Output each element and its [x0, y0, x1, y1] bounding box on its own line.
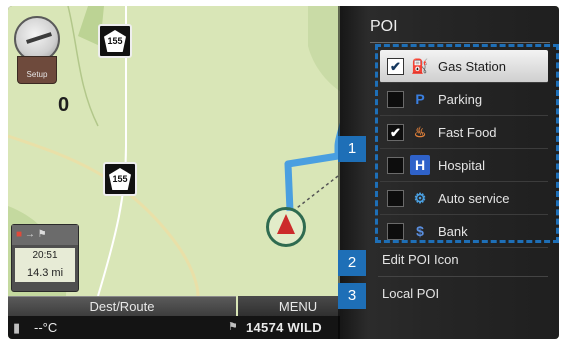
vehicle-position-icon: [266, 207, 306, 247]
trip-time: 20:51: [15, 248, 75, 264]
dest-route-button[interactable]: Dest/Route: [8, 296, 236, 317]
route-shield-icon: 155: [103, 162, 137, 196]
current-street: 14574 WILD: [246, 320, 322, 335]
local-poi-button[interactable]: Local POI: [382, 286, 439, 301]
divider: [370, 42, 550, 43]
route-direction-icon: ■ → ⚑: [12, 225, 78, 245]
panel-title: POI: [370, 18, 398, 35]
temperature: --°C: [34, 320, 58, 335]
route-shield-icon: 155: [98, 24, 132, 58]
compass-label: Setup: [17, 56, 57, 84]
status-bar: ▮ --°C ⚑ 14574 WILD: [8, 316, 358, 339]
callout-badge: 3: [338, 283, 366, 309]
nav-screen: Setup 155 155 0 ■ → ⚑ 20:51 14.3 mi Dest…: [8, 6, 559, 339]
signal-icon: ▮: [13, 320, 21, 335]
divider: [378, 276, 548, 277]
route-label: 0: [58, 94, 70, 116]
flag-icon: ⚑: [228, 321, 238, 333]
callout-badge: 2: [338, 250, 366, 276]
trip-info-box[interactable]: ■ → ⚑ 20:51 14.3 mi: [11, 224, 79, 292]
trip-distance: 14.3 mi: [15, 264, 75, 282]
callout-badge: 1: [338, 136, 366, 162]
callout-highlight-box: [375, 44, 559, 243]
compass-button[interactable]: Setup: [12, 16, 60, 84]
edit-poi-icon-button[interactable]: Edit POI Icon: [382, 252, 459, 267]
